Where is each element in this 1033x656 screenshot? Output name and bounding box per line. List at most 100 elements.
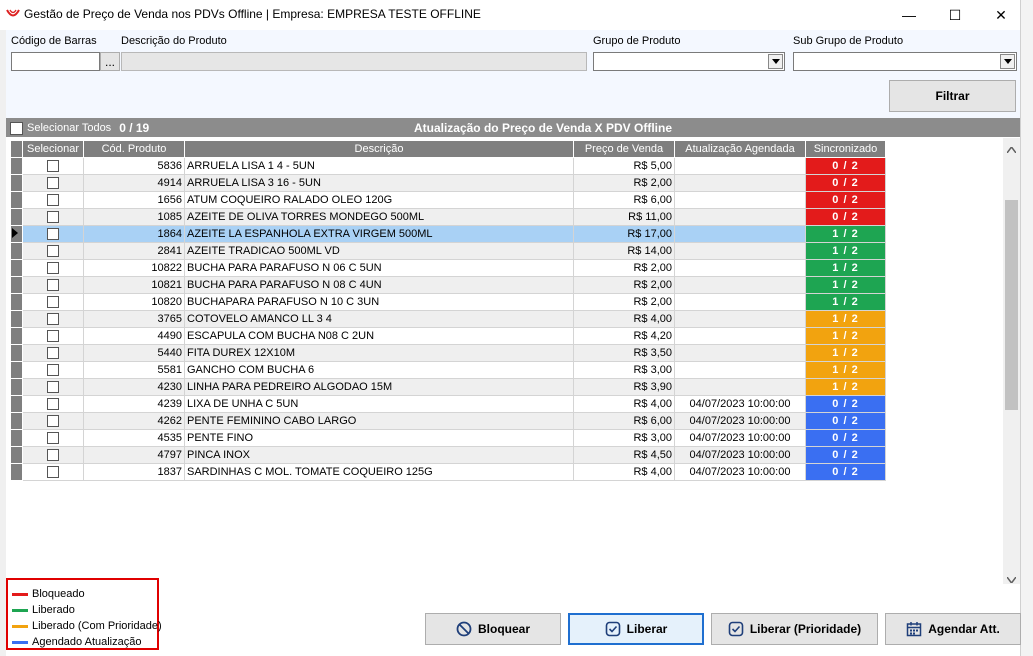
row-select-checkbox[interactable]: [47, 449, 59, 462]
row-select-cell[interactable]: [22, 259, 84, 277]
row-select-checkbox[interactable]: [47, 381, 59, 394]
table-row[interactable]: 4239 LIXA DE UNHA C 5UN R$ 4,00 04/07/2023 …: [10, 395, 886, 413]
row-select-cell[interactable]: [22, 225, 84, 243]
table-row[interactable]: 10822 BUCHA PARA PARAFUSO N 06 C 5UN R$ 2,…: [10, 259, 886, 277]
row-indicator[interactable]: [10, 259, 23, 277]
row-select-checkbox[interactable]: [47, 296, 59, 309]
table-row[interactable]: 5581 GANCHO COM BUCHA 6 R$ 3,00 1 / 2: [10, 361, 886, 379]
row-indicator[interactable]: [10, 157, 23, 175]
barcode-input[interactable]: [11, 52, 100, 71]
row-select-cell[interactable]: [22, 361, 84, 379]
row-indicator[interactable]: [10, 276, 23, 294]
row-select-cell[interactable]: [22, 429, 84, 447]
table-row[interactable]: 5440 FITA DUREX 12X10M R$ 3,50 1 / 2: [10, 344, 886, 362]
table-row[interactable]: 4535 PENTE FINO R$ 3,00 04/07/2023 10:00:00…: [10, 429, 886, 447]
row-select-checkbox[interactable]: [47, 398, 59, 411]
row-indicator[interactable]: [10, 191, 23, 209]
column-header-synced[interactable]: Sincronizado: [805, 140, 886, 158]
row-indicator[interactable]: [10, 208, 23, 226]
row-select-cell[interactable]: [22, 412, 84, 430]
row-select-cell[interactable]: [22, 395, 84, 413]
row-select-checkbox[interactable]: [47, 279, 59, 292]
release-button[interactable]: Liberar: [568, 613, 704, 645]
row-select-checkbox[interactable]: [47, 211, 59, 224]
schedule-update-button[interactable]: Agendar Att.: [885, 613, 1021, 645]
row-select-cell[interactable]: [22, 174, 84, 192]
row-select-checkbox[interactable]: [47, 228, 59, 241]
block-button[interactable]: Bloquear: [425, 613, 561, 645]
row-select-checkbox[interactable]: [47, 432, 59, 445]
row-indicator[interactable]: [10, 378, 23, 396]
column-header-price[interactable]: Preço de Venda: [573, 140, 675, 158]
table-row[interactable]: 3765 COTOVELO AMANCO LL 3 4 R$ 4,00 1 / 2: [10, 310, 886, 328]
row-indicator[interactable]: [10, 174, 23, 192]
table-row[interactable]: 4914 ARRUELA LISA 3 16 - 5UN R$ 2,00 0 / 2: [10, 174, 886, 192]
description-input[interactable]: [121, 52, 587, 71]
row-select-checkbox[interactable]: [47, 245, 59, 258]
row-select-cell[interactable]: [22, 310, 84, 328]
row-select-checkbox[interactable]: [47, 466, 59, 479]
table-row[interactable]: 5836 ARRUELA LISA 1 4 - 5UN R$ 5,00 0 / 2: [10, 157, 886, 175]
row-indicator[interactable]: [10, 429, 23, 447]
chevron-down-icon[interactable]: [1000, 54, 1015, 69]
row-indicator[interactable]: [10, 225, 23, 243]
table-row[interactable]: 1864 AZEITE LA ESPANHOLA EXTRA VIRGEM 500…: [10, 225, 886, 243]
row-select-checkbox[interactable]: [47, 313, 59, 326]
table-row[interactable]: 1656 ATUM COQUEIRO RALADO OLEO 120G R$ 6,0…: [10, 191, 886, 209]
row-select-cell[interactable]: [22, 293, 84, 311]
row-select-cell[interactable]: [22, 446, 84, 464]
column-header-code[interactable]: Cód. Produto: [83, 140, 185, 158]
scroll-up-icon[interactable]: [1006, 142, 1017, 156]
table-row[interactable]: 10821 BUCHA PARA PARAFUSO N 08 C 4UN R$ 2,…: [10, 276, 886, 294]
row-indicator[interactable]: [10, 344, 23, 362]
row-indicator[interactable]: [10, 361, 23, 379]
row-indicator[interactable]: [10, 327, 23, 345]
table-row[interactable]: 2841 AZEITE TRADICAO 500ML VD R$ 14,00 1 / …: [10, 242, 886, 260]
row-select-cell[interactable]: [22, 327, 84, 345]
row-select-checkbox[interactable]: [47, 194, 59, 207]
row-indicator[interactable]: [10, 446, 23, 464]
table-row[interactable]: 4490 ESCAPULA COM BUCHA N08 C 2UN R$ 4,20 1…: [10, 327, 886, 345]
row-select-checkbox[interactable]: [47, 415, 59, 428]
row-indicator[interactable]: [10, 293, 23, 311]
close-button[interactable]: ✕: [978, 0, 1024, 30]
scroll-down-icon[interactable]: [1006, 572, 1017, 586]
row-select-cell[interactable]: [22, 344, 84, 362]
table-row[interactable]: 4262 PENTE FEMININO CABO LARGO R$ 6,00 04/0…: [10, 412, 886, 430]
row-indicator[interactable]: [10, 242, 23, 260]
table-row[interactable]: 10820 BUCHAPARA PARAFUSO N 10 C 3UN R$ 2,0…: [10, 293, 886, 311]
filter-button[interactable]: Filtrar: [889, 80, 1016, 112]
row-select-checkbox[interactable]: [47, 160, 59, 173]
column-header-scheduled[interactable]: Atualização Agendada: [674, 140, 806, 158]
row-select-cell[interactable]: [22, 276, 84, 294]
row-select-checkbox[interactable]: [47, 347, 59, 360]
column-header-select[interactable]: Selecionar: [22, 140, 84, 158]
product-lookup-button[interactable]: ...: [100, 52, 120, 71]
row-select-cell[interactable]: [22, 242, 84, 260]
row-select-checkbox[interactable]: [47, 262, 59, 275]
maximize-button[interactable]: ☐: [932, 0, 978, 30]
row-select-checkbox[interactable]: [47, 330, 59, 343]
column-header-description[interactable]: Descrição: [184, 140, 574, 158]
row-indicator[interactable]: [10, 310, 23, 328]
row-indicator[interactable]: [10, 412, 23, 430]
row-select-cell[interactable]: [22, 463, 84, 481]
table-row[interactable]: 4230 LINHA PARA PEDREIRO ALGODAO 15M R$ 3,…: [10, 378, 886, 396]
product-subgroup-select[interactable]: [793, 52, 1017, 71]
chevron-down-icon[interactable]: [768, 54, 783, 69]
table-row[interactable]: 1085 AZEITE DE OLIVA TORRES MONDEGO 500ML…: [10, 208, 886, 226]
product-group-select[interactable]: [593, 52, 785, 71]
row-select-checkbox[interactable]: [47, 177, 59, 190]
row-select-cell[interactable]: [22, 378, 84, 396]
row-select-cell[interactable]: [22, 208, 84, 226]
release-priority-button[interactable]: Liberar (Prioridade): [711, 613, 878, 645]
table-row[interactable]: 1837 SARDINHAS C MOL. TOMATE COQUEIRO 125…: [10, 463, 886, 481]
row-select-cell[interactable]: [22, 157, 84, 175]
minimize-button[interactable]: —: [886, 0, 932, 30]
row-select-cell[interactable]: [22, 191, 84, 209]
table-row[interactable]: 4797 PINCA INOX R$ 4,50 04/07/2023 10:00:00…: [10, 446, 886, 464]
row-indicator[interactable]: [10, 395, 23, 413]
row-indicator[interactable]: [10, 463, 23, 481]
row-select-checkbox[interactable]: [47, 364, 59, 377]
scrollbar-thumb[interactable]: [1005, 200, 1018, 410]
